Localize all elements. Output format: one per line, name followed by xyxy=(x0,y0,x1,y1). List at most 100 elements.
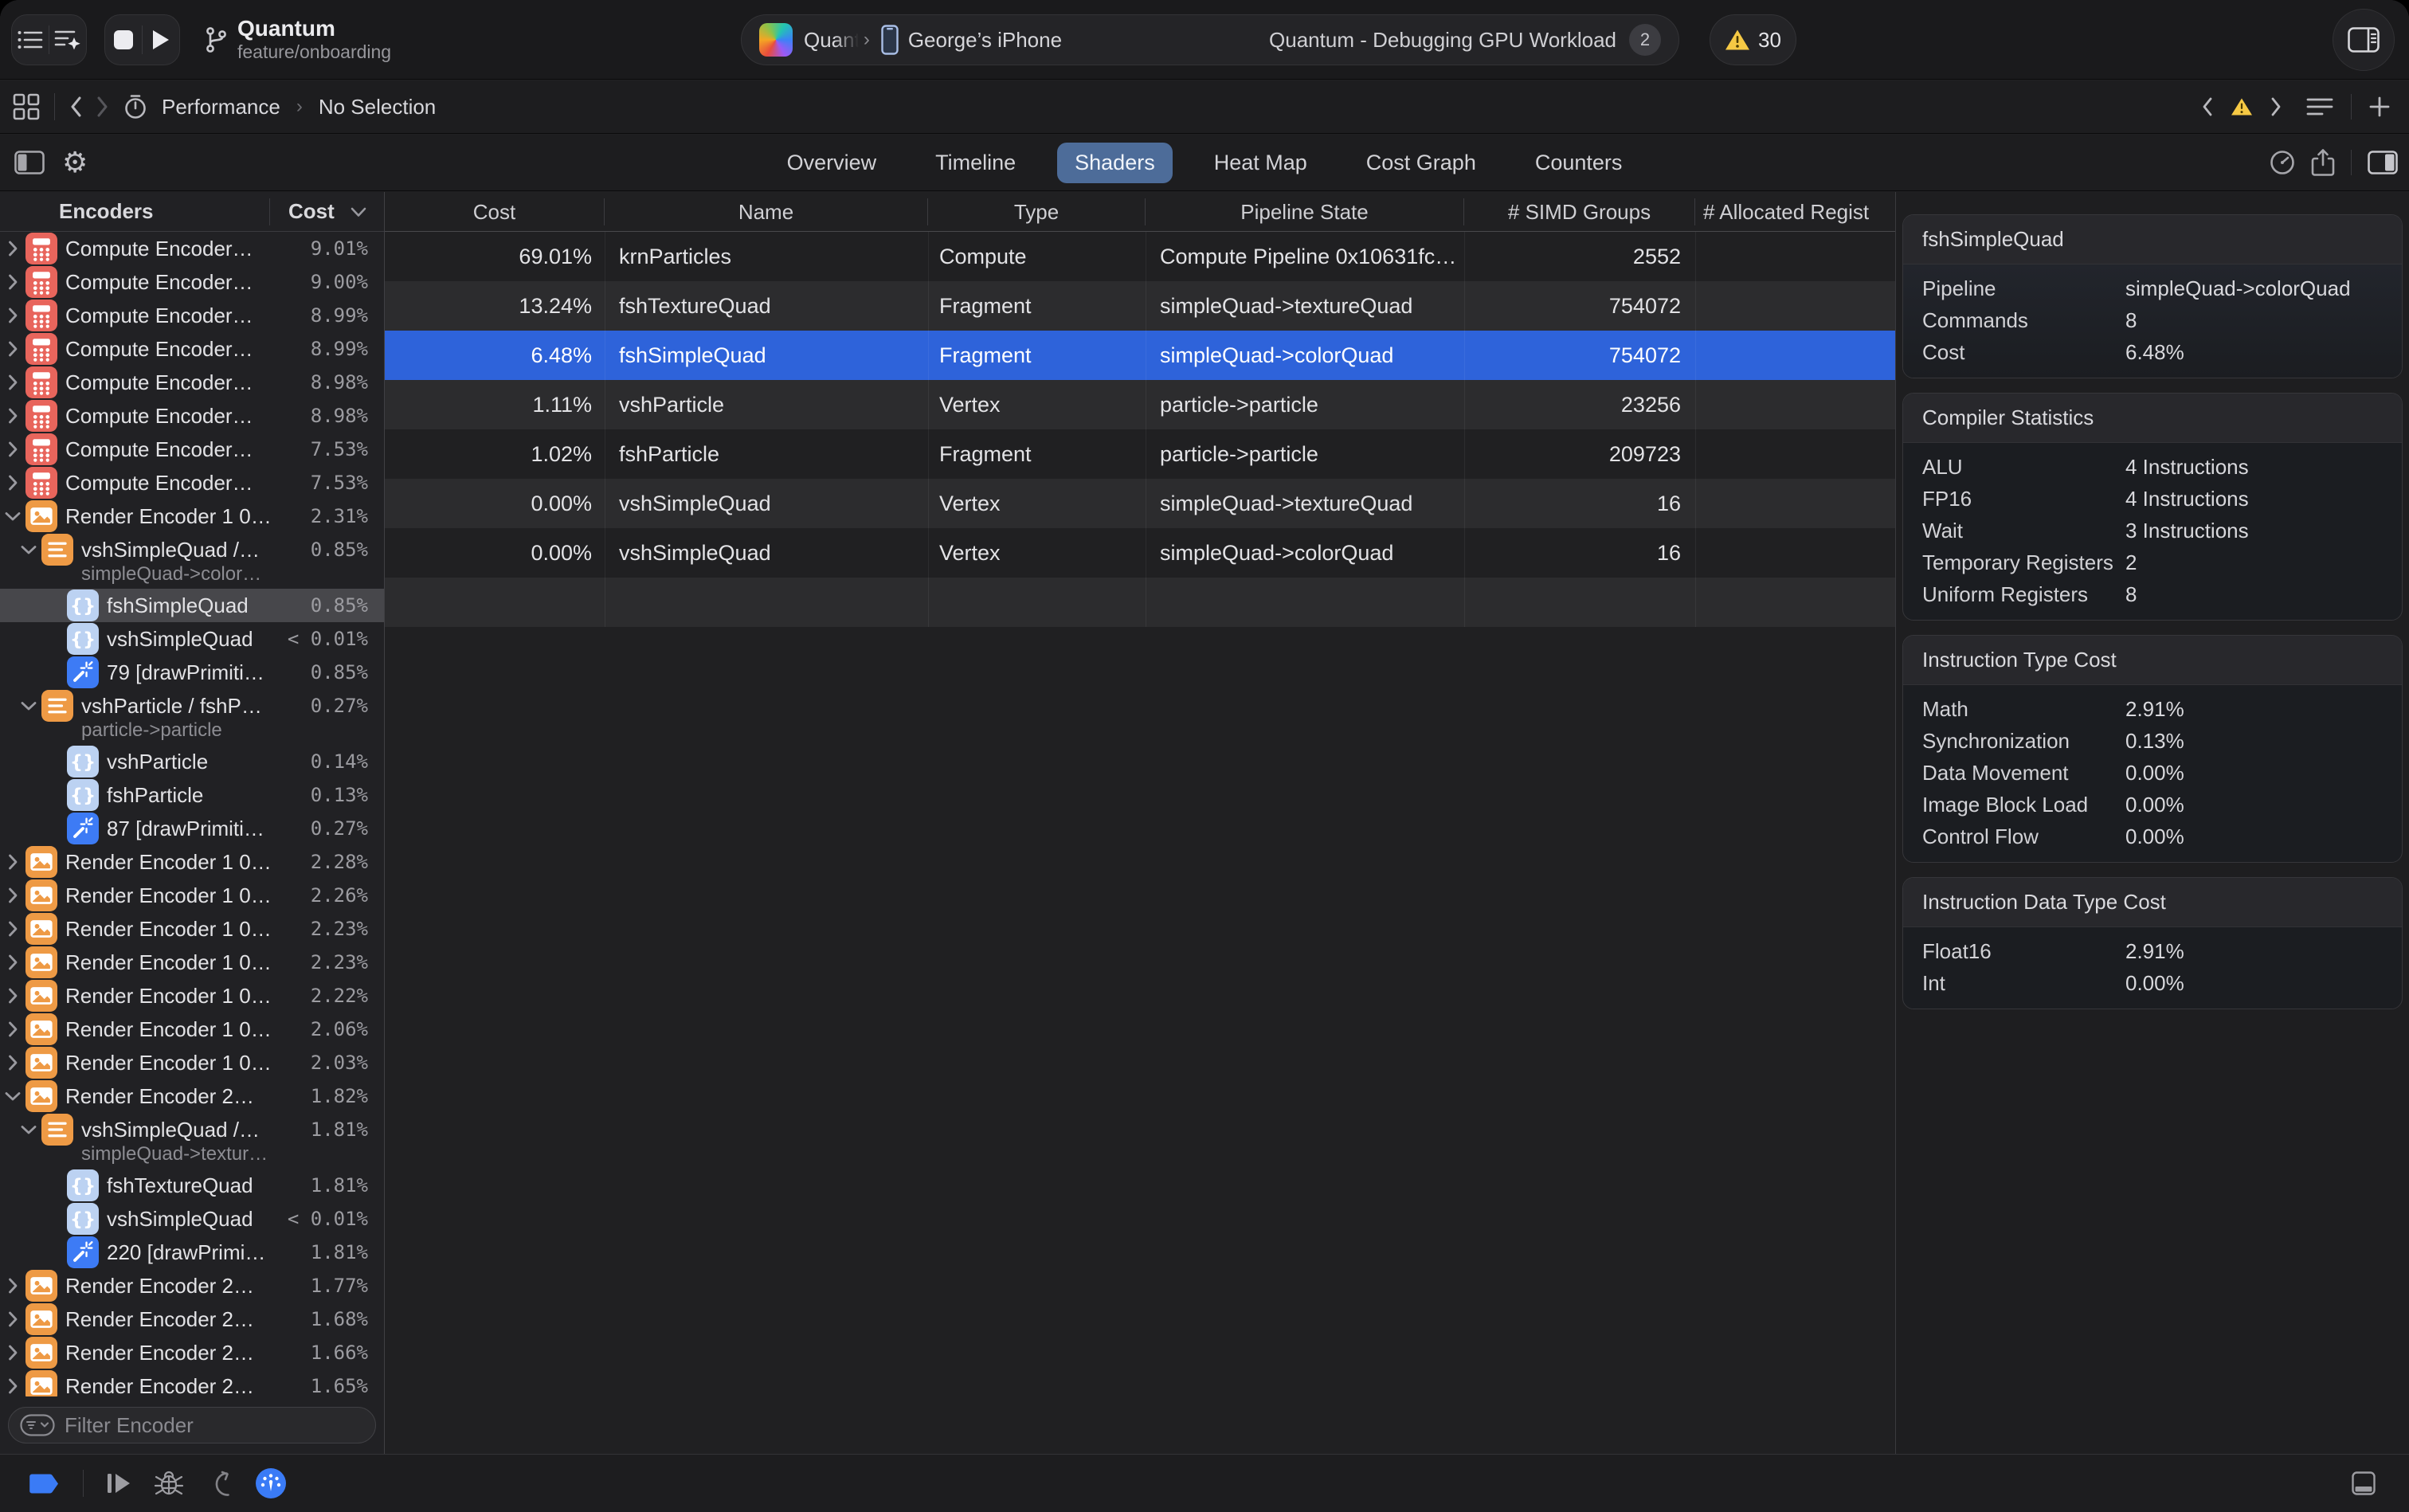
tab-overview[interactable]: Overview xyxy=(770,143,895,183)
status-badge[interactable]: 2 xyxy=(1629,24,1661,56)
add-tab-plus-icon[interactable] xyxy=(2369,96,2390,117)
disclosure-chevron[interactable] xyxy=(3,340,22,358)
render-row[interactable]: Render Encoder 1 0…2.23% xyxy=(0,912,384,946)
next-issue-chevron-icon[interactable] xyxy=(2270,96,2282,117)
share-icon[interactable] xyxy=(2311,148,2335,177)
shader-row[interactable]: 1.02%fshParticleFragmentparticle->partic… xyxy=(385,429,1895,479)
scheme-name[interactable]: Quant xyxy=(804,28,860,53)
compute-row[interactable]: Compute Encoder…8.99% xyxy=(0,332,384,366)
pipeline-row[interactable]: vshSimpleQuad /…1.81%simpleQuad->textur… xyxy=(0,1113,384,1169)
tab-counters[interactable]: Counters xyxy=(1518,143,1640,183)
disclosure-chevron[interactable] xyxy=(3,853,22,871)
encoders-column-header[interactable]: Encoders xyxy=(59,199,154,224)
scheme-destination-bar[interactable]: Quant › George’s iPhone Quantum - Debugg… xyxy=(741,14,1679,65)
previous-issue-chevron-icon[interactable] xyxy=(2201,96,2213,117)
shader-row[interactable]: 0.00%vshSimpleQuadVertexsimpleQuad->colo… xyxy=(385,528,1895,578)
disclosure-chevron[interactable] xyxy=(3,374,22,391)
render-row[interactable]: Render Encoder 1 0…2.03% xyxy=(0,1046,384,1079)
column-header-allocated-regist[interactable]: # Allocated Regist xyxy=(1695,198,1895,225)
compute-row[interactable]: Compute Encoder…7.53% xyxy=(0,466,384,499)
disclosure-chevron[interactable] xyxy=(3,1277,22,1295)
disclosure-chevron[interactable] xyxy=(3,507,22,525)
tab-cost-graph[interactable]: Cost Graph xyxy=(1349,143,1494,183)
render-row[interactable]: Render Encoder 1 0…2.26% xyxy=(0,879,384,912)
render-row[interactable]: Render Encoder 1 0…2.06% xyxy=(0,1013,384,1046)
render-row[interactable]: Render Encoder 2…1.82% xyxy=(0,1079,384,1113)
shader-row[interactable]: 69.01%krnParticlesComputeCompute Pipelin… xyxy=(385,232,1895,281)
align-lines-icon[interactable] xyxy=(2306,96,2333,117)
back-chevron-icon[interactable] xyxy=(69,96,82,118)
gauge-icon[interactable] xyxy=(2270,150,2295,175)
filter-encoder-field[interactable]: Filter Encoder xyxy=(8,1407,376,1443)
pipeline-row[interactable]: vshParticle / fshP…0.27%particle->partic… xyxy=(0,689,384,745)
column-header-type[interactable]: Type xyxy=(928,198,1146,225)
shader-row[interactable]: {}vshSimpleQuad< 0.01% xyxy=(0,1202,384,1236)
render-row[interactable]: Render Encoder 2…1.68% xyxy=(0,1302,384,1336)
disclosure-chevron[interactable] xyxy=(3,887,22,904)
debug-bug-icon[interactable] xyxy=(154,1471,184,1496)
shader-row[interactable]: {}fshSimpleQuad0.85% xyxy=(0,589,384,622)
render-row[interactable]: Render Encoder 2…1.66% xyxy=(0,1336,384,1369)
disclosure-chevron[interactable] xyxy=(3,1344,22,1361)
render-row[interactable]: Render Encoder 1 0…2.28% xyxy=(0,845,384,879)
disclosure-chevron[interactable] xyxy=(3,307,22,324)
compute-row[interactable]: Compute Encoder…8.99% xyxy=(0,299,384,332)
breadcrumb-selection[interactable]: No Selection xyxy=(319,95,436,119)
toggle-right-inspector-icon[interactable] xyxy=(2368,151,2398,174)
disclosure-chevron[interactable] xyxy=(19,697,38,715)
gpu-performance-gauge-icon[interactable] xyxy=(254,1467,288,1500)
column-header-cost[interactable]: Cost xyxy=(385,198,605,225)
toggle-debug-area-icon[interactable] xyxy=(2352,1471,2376,1495)
column-header-simd-groups[interactable]: # SIMD Groups xyxy=(1464,198,1695,225)
shader-row[interactable]: 13.24%fshTextureQuadFragmentsimpleQuad->… xyxy=(385,281,1895,331)
breakpoints-toggle-icon[interactable] xyxy=(29,1473,61,1494)
render-row[interactable]: Render Encoder 1 0…2.31% xyxy=(0,499,384,533)
shader-row[interactable]: {}fshTextureQuad1.81% xyxy=(0,1169,384,1202)
continue-execution-icon[interactable] xyxy=(106,1472,131,1494)
disclosure-chevron[interactable] xyxy=(3,1054,22,1071)
disclosure-chevron[interactable] xyxy=(3,474,22,492)
filter-icon[interactable] xyxy=(20,1414,55,1436)
render-row[interactable]: Render Encoder 1 0…2.23% xyxy=(0,946,384,979)
shader-row[interactable]: 0.00%vshSimpleQuadVertexsimpleQuad->text… xyxy=(385,479,1895,528)
shader-row[interactable]: 1.11%vshParticleVertexparticle->particle… xyxy=(385,380,1895,429)
disclosure-chevron[interactable] xyxy=(3,1310,22,1328)
tab-heat-map[interactable]: Heat Map xyxy=(1197,143,1325,183)
disclosure-chevron[interactable] xyxy=(3,920,22,938)
disclosure-chevron[interactable] xyxy=(3,987,22,1005)
render-row[interactable]: Render Encoder 1 0…2.22% xyxy=(0,979,384,1013)
related-items-grid-icon[interactable] xyxy=(13,93,40,120)
tab-timeline[interactable]: Timeline xyxy=(918,143,1033,183)
compute-row[interactable]: Compute Encoder…8.98% xyxy=(0,366,384,399)
tab-shaders[interactable]: Shaders xyxy=(1057,143,1173,183)
toggle-navigator-button[interactable] xyxy=(12,15,49,65)
pipeline-row[interactable]: vshSimpleQuad /…0.85%simpleQuad->color… xyxy=(0,533,384,589)
smart-list-button[interactable] xyxy=(49,15,86,65)
disclosure-chevron[interactable] xyxy=(19,1121,38,1138)
library-button[interactable] xyxy=(2333,9,2395,71)
play-button[interactable] xyxy=(143,15,179,65)
disclosure-chevron[interactable] xyxy=(3,954,22,971)
shader-row[interactable]: {}fshParticle0.13% xyxy=(0,778,384,812)
destination-name[interactable]: George’s iPhone xyxy=(908,28,1062,53)
render-row[interactable]: Render Encoder 2…1.77% xyxy=(0,1269,384,1302)
shader-row[interactable]: {}vshSimpleQuad< 0.01% xyxy=(0,622,384,656)
stop-button[interactable] xyxy=(105,15,142,65)
sort-chevron-down-icon[interactable] xyxy=(351,207,366,217)
compute-row[interactable]: Compute Encoder…7.53% xyxy=(0,433,384,466)
disclosure-chevron[interactable] xyxy=(3,1020,22,1038)
compute-row[interactable]: Compute Encoder…9.00% xyxy=(0,265,384,299)
forward-chevron-icon[interactable] xyxy=(96,96,109,118)
compute-row[interactable]: Compute Encoder…9.01% xyxy=(0,232,384,265)
disclosure-chevron[interactable] xyxy=(19,541,38,558)
disclosure-chevron[interactable] xyxy=(3,240,22,257)
column-header-name[interactable]: Name xyxy=(605,198,928,225)
disclosure-chevron[interactable] xyxy=(3,1087,22,1105)
draw-row[interactable]: 87 [drawPrimiti…0.27% xyxy=(0,812,384,845)
draw-row[interactable]: 220 [drawPrimi…1.81% xyxy=(0,1236,384,1269)
shader-row[interactable]: {}vshParticle0.14% xyxy=(0,745,384,778)
breadcrumb-context[interactable]: Performance xyxy=(162,95,280,119)
disclosure-chevron[interactable] xyxy=(3,407,22,425)
draw-row[interactable]: 79 [drawPrimiti…0.85% xyxy=(0,656,384,689)
column-header-pipeline-state[interactable]: Pipeline State xyxy=(1146,198,1464,225)
